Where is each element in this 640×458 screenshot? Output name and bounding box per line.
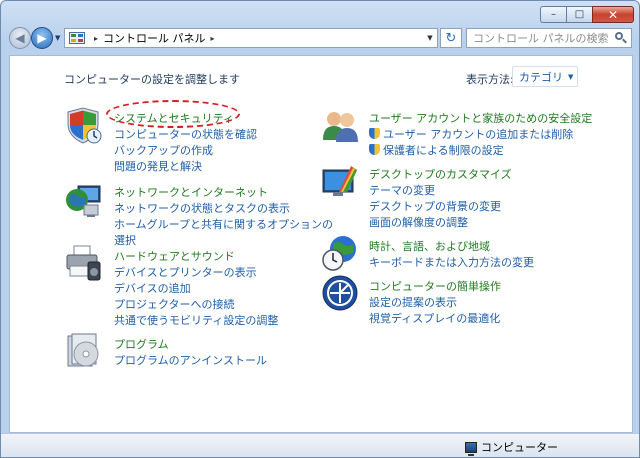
search-placeholder: コントロール パネルの検索 xyxy=(473,32,609,45)
status-location: コンピューター xyxy=(465,439,558,456)
highlight-annotation xyxy=(106,100,240,128)
uac-shield-icon xyxy=(369,128,380,139)
link-add-remove-accounts-label: ユーザー アカウントの追加または削除 xyxy=(383,128,574,141)
breadcrumb-control-panel[interactable]: コントロール パネル xyxy=(103,30,206,46)
recent-pages-dropdown[interactable]: ▼ xyxy=(55,34,60,42)
category-appearance: デスクトップのカスタマイズ テーマの変更 デスクトップの背景の変更 画面の解像度… xyxy=(321,162,621,229)
refresh-icon: ↻ xyxy=(445,30,457,46)
link-parental-controls-label: 保護者による制限の設定 xyxy=(383,144,504,157)
link-uninstall-program[interactable]: プログラムのアンインストール xyxy=(114,352,267,368)
status-text: コンピューター xyxy=(481,441,558,454)
category-title-ease-of-access[interactable]: コンピューターの簡単操作 xyxy=(369,278,501,294)
link-parental-controls[interactable]: 保護者による制限の設定 xyxy=(369,142,504,158)
refresh-button[interactable]: ↻ xyxy=(440,28,462,48)
search-icon[interactable] xyxy=(615,32,627,44)
link-mobility-settings[interactable]: 共通で使うモビリティ設定の調整 xyxy=(114,312,278,328)
status-bar: コンピューター xyxy=(1,433,639,457)
forward-button[interactable]: ▶ xyxy=(31,27,53,49)
view-by-value: カテゴリ xyxy=(519,70,563,84)
link-homegroup-options[interactable]: ホームグループと共有に関するオプションの xyxy=(114,216,333,232)
category-title-user-accounts[interactable]: ユーザー アカウントと家族のための安全設定 xyxy=(369,110,592,126)
link-adjust-resolution[interactable]: 画面の解像度の調整 xyxy=(369,214,468,230)
security-shield-icon xyxy=(64,106,102,144)
back-button[interactable]: ◀ xyxy=(9,27,31,49)
link-connect-projector[interactable]: プロジェクターへの接続 xyxy=(114,296,235,312)
link-check-computer-status[interactable]: コンピューターの状態を確認 xyxy=(114,126,257,142)
minimize-button[interactable]: – xyxy=(540,6,566,23)
link-optimize-display[interactable]: 視覚ディスプレイの最適化 xyxy=(369,310,500,326)
printer-speaker-icon xyxy=(64,244,102,282)
category-network-internet: ネットワークとインターネット ネットワークの状態とタスクの表示 ホームグループと… xyxy=(64,180,333,247)
address-bar[interactable]: ▸ コントロール パネル ▸ ▼ xyxy=(64,28,438,48)
breadcrumb-separator-icon[interactable]: ▸ xyxy=(211,34,215,43)
address-dropdown-icon[interactable]: ▼ xyxy=(423,34,437,42)
control-panel-icon xyxy=(69,31,85,45)
maximize-button[interactable]: □ xyxy=(566,6,592,23)
link-view-network-status[interactable]: ネットワークの状態とタスクの表示 xyxy=(114,200,290,216)
category-title-network-internet[interactable]: ネットワークとインターネット xyxy=(114,184,268,200)
network-globe-icon xyxy=(64,180,102,218)
content-pane: コンピューターの設定を調整します 表示方法: カテゴリ ▼ システムとセキュリテ… xyxy=(9,55,633,433)
clock-globe-icon xyxy=(321,234,359,272)
computer-icon xyxy=(465,441,477,456)
category-programs: プログラム プログラムのアンインストール xyxy=(64,332,304,372)
link-devices-printers[interactable]: デバイスとプリンターの表示 xyxy=(114,264,257,280)
link-add-remove-accounts[interactable]: ユーザー アカウントの追加または削除 xyxy=(369,126,573,142)
link-create-backup[interactable]: バックアップの作成 xyxy=(114,142,213,158)
uac-shield-icon xyxy=(369,144,380,155)
programs-disc-icon xyxy=(64,332,102,370)
link-change-background[interactable]: デスクトップの背景の変更 xyxy=(369,198,501,214)
link-change-keyboard[interactable]: キーボードまたは入力方法の変更 xyxy=(369,254,534,270)
category-title-clock-language-region[interactable]: 時計、言語、および地域 xyxy=(369,238,490,254)
page-heading: コンピューターの設定を調整します xyxy=(64,73,240,86)
chevron-down-icon: ▼ xyxy=(568,72,574,81)
link-settings-suggestions[interactable]: 設定の提案の表示 xyxy=(369,294,457,310)
view-by-label: 表示方法: xyxy=(466,73,514,86)
control-panel-window: – □ ✕ ◀ ▶ ▼ ▸ コントロール パネル ▸ ▼ ↻ コントロール パネ… xyxy=(0,0,640,458)
ease-of-access-icon xyxy=(321,274,359,312)
view-by-dropdown[interactable]: カテゴリ ▼ xyxy=(512,66,578,87)
link-add-device[interactable]: デバイスの追加 xyxy=(114,280,191,296)
category-user-accounts: ユーザー アカウントと家族のための安全設定 ユーザー アカウントの追加または削除… xyxy=(321,106,621,158)
back-arrow-icon: ◀ xyxy=(15,31,25,45)
search-input[interactable]: コントロール パネルの検索 xyxy=(466,28,632,48)
close-button[interactable]: ✕ xyxy=(592,6,634,23)
category-title-appearance[interactable]: デスクトップのカスタマイズ xyxy=(369,166,512,182)
breadcrumb-separator-icon[interactable]: ▸ xyxy=(94,34,98,43)
link-change-theme[interactable]: テーマの変更 xyxy=(369,182,435,198)
forward-arrow-icon: ▶ xyxy=(37,31,47,45)
category-clock-language-region: 時計、言語、および地域 キーボードまたは入力方法の変更 xyxy=(321,234,621,276)
desktop-customize-icon xyxy=(321,162,359,200)
user-accounts-icon xyxy=(321,106,359,144)
link-find-fix-problems[interactable]: 問題の発見と解決 xyxy=(114,158,202,174)
category-ease-of-access: コンピューターの簡単操作 設定の提案の表示 視覚ディスプレイの最適化 xyxy=(321,274,621,326)
navigation-bar: ◀ ▶ ▼ ▸ コントロール パネル ▸ ▼ ↻ コントロール パネルの検索 xyxy=(1,25,639,53)
category-title-programs[interactable]: プログラム xyxy=(114,336,169,352)
category-title-hardware-sound[interactable]: ハードウェアとサウンド xyxy=(114,248,235,264)
caption-buttons: – □ ✕ xyxy=(540,6,634,23)
category-hardware-sound: ハードウェアとサウンド デバイスとプリンターの表示 デバイスの追加 プロジェクタ… xyxy=(64,244,324,327)
